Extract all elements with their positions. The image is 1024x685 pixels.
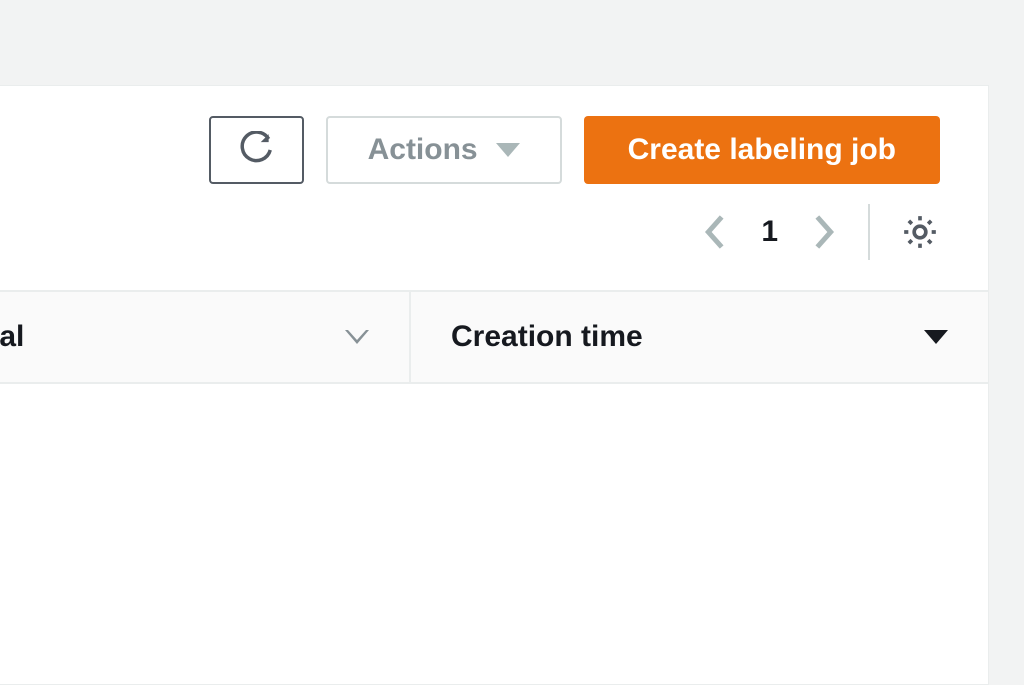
content-panel: Actions Create labeling job 1 otal Crea [0,85,989,685]
gear-icon [900,212,940,252]
caret-down-icon [496,143,520,157]
create-labeling-job-button[interactable]: Create labeling job [584,116,940,184]
toolbar: Actions Create labeling job [0,86,988,194]
sort-desc-icon [924,330,948,344]
pagination-bar: 1 [0,194,988,290]
sort-icon [345,330,369,344]
column-header-creation-time[interactable]: Creation time [411,292,988,382]
refresh-icon [237,131,275,169]
chevron-right-icon [810,212,838,252]
actions-label: Actions [368,133,478,167]
create-label: Create labeling job [628,133,896,167]
settings-button[interactable] [900,212,940,252]
column-label: otal [0,320,24,354]
page-number: 1 [755,215,784,249]
next-page-button[interactable] [810,212,838,252]
chevron-left-icon [701,212,729,252]
column-header-total[interactable]: otal [0,292,411,382]
prev-page-button[interactable] [701,212,729,252]
refresh-button[interactable] [209,116,304,184]
actions-dropdown[interactable]: Actions [326,116,562,184]
column-label: Creation time [451,320,643,354]
table-header-row: otal Creation time [0,290,988,384]
divider [868,204,870,260]
